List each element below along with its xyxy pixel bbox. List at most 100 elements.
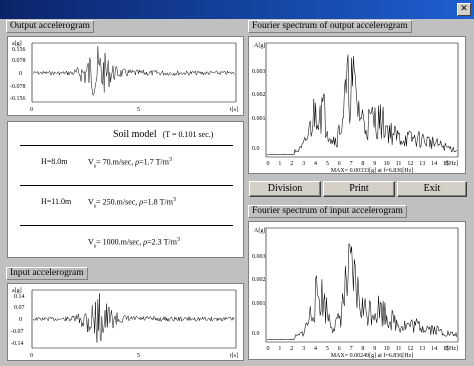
x-tick-label: 14 (431, 161, 437, 167)
layer-1-thickness: H=8.0m (41, 157, 68, 166)
layer-3-vs: = 1000.m/sec, (96, 237, 142, 247)
window-titlebar: ✕ (0, 0, 474, 19)
y-tick-label: 0.078 (12, 58, 26, 64)
x-tick-label: 0 (267, 161, 270, 167)
layer-2-thickness: H=11.0m (41, 197, 72, 206)
y-tick-label: 0.001 (252, 301, 266, 307)
x-tick-label: 5 (326, 161, 329, 167)
input-accelerogram-trace (32, 293, 235, 343)
fourier-output-chart: A[g]0.0030.0020.0010.00 1 2 3 4 5 6 7 8 9 10 11 12 13… (252, 42, 459, 173)
spectrum-max-caption: MAX= 0.00333[g] at f=6.836[Hz] (331, 167, 414, 173)
close-icon: ✕ (460, 4, 468, 14)
x-tick-label: 0 (30, 353, 33, 359)
x-unit-label: f[Hz] (445, 345, 458, 352)
y-tick-label: 0.003 (252, 254, 266, 260)
x-tick-label: 4 (314, 161, 317, 167)
exit-button[interactable]: Exit (397, 181, 467, 197)
print-button[interactable]: Print (323, 181, 395, 197)
fourier-input-plot: A[g] 0.003 0.002 0.001 0.0 0 1 2 3 4 5 6 7 8 9 10 11 12 13… (248, 221, 466, 360)
x-unit-label: t[s] (230, 353, 238, 359)
window-close-button[interactable]: ✕ (457, 3, 471, 16)
spectrum-trace (266, 54, 458, 156)
x-tick-label: 11 (396, 346, 402, 352)
spectrum-trace (266, 243, 458, 341)
x-unit-label: f[Hz] (445, 160, 458, 167)
y-tick-label: 0.002 (252, 277, 266, 283)
y-tick-label: 0.07 (14, 305, 25, 311)
input-accelerogram-chart: a[g] 0.14 0.07 0 -0.07 -0.14 0 5 t[s] (11, 288, 238, 359)
x-tick-label: 0 (30, 107, 33, 113)
layer-2-properties: Vs= 250.m/sec, ρ=1.8 T/m3 (88, 197, 176, 210)
x-tick-label: 3 (302, 346, 305, 352)
x-tick-label: 5 (137, 353, 140, 359)
x-tick-label: 4 (314, 346, 317, 352)
y-tick-label: 0.003 (252, 69, 266, 75)
y-tick-label: -0.156 (10, 96, 26, 102)
y-tick-label: 0.0 (252, 331, 260, 337)
soil-model-period: (T = 0.101 sec.) (162, 130, 214, 139)
x-tick-label: 10 (384, 346, 390, 352)
soil-model-title: Soil model (T = 0.101 sec.) (113, 129, 213, 140)
layer-3-properties: Vs= 1000.m/sec, ρ=2.3 T/m3 (88, 237, 180, 250)
soil-model-heading: Soil model (113, 129, 157, 140)
x-tick-label: 10 (384, 161, 390, 167)
y-unit-label: A[g] (254, 43, 265, 49)
x-tick-label: 1 (278, 161, 281, 167)
x-tick-label: 6 (338, 161, 341, 167)
fourier-input-label: Fourier spectrum of input accelerogram (248, 205, 407, 218)
output-accelerogram-label: Output accelerogram (6, 20, 94, 33)
x-tick-label: 1 (278, 346, 281, 352)
x-tick-label: 3 (302, 161, 305, 167)
fourier-output-label: Fourier spectrum of output accelerogram (248, 20, 412, 33)
fourier-input-chart: A[g]0.0030.0020.0010.00 1 2 3 4 5 6 7 8 9 10 11 12 13… (252, 227, 459, 359)
y-tick-label: 0.0 (252, 146, 260, 152)
x-tick-label: 7 (350, 161, 353, 167)
x-tick-label: 14 (431, 346, 437, 352)
layer-1-vs: = 70.m/sec, (96, 157, 134, 167)
x-tick-label: 13 (419, 346, 425, 352)
x-tick-label: 11 (396, 161, 402, 167)
y-tick-label: -0.078 (10, 84, 26, 90)
output-accelerogram-trace (32, 46, 235, 97)
x-tick-label: 7 (350, 346, 353, 352)
y-tick-label: 0 (19, 71, 22, 77)
layer-2-rho: =1.8 T/m (143, 197, 173, 207)
y-tick-label: 0.156 (12, 47, 26, 53)
input-accelerogram-label: Input accelerogram (6, 267, 88, 280)
soil-model-panel: Soil model (T = 0.101 sec.) H=8.0m Vs= 70… (7, 121, 244, 258)
x-tick-label: 12 (407, 161, 413, 167)
y-tick-label: -0.14 (11, 341, 24, 347)
y-tick-label: 0.14 (14, 294, 25, 300)
y-unit-label: A[g] (254, 228, 265, 234)
layer-divider (20, 225, 233, 226)
x-tick-label: 2 (290, 161, 293, 167)
x-tick-label: 6 (338, 346, 341, 352)
layer-divider (20, 185, 233, 186)
x-unit-label: t[s] (230, 107, 238, 113)
x-tick-label: 12 (407, 346, 413, 352)
y-tick-label: 0.001 (252, 116, 266, 122)
spectrum-max-caption: MAX= 0.00249[g] at f=6.836[Hz] (331, 352, 414, 359)
x-tick-label: 8 (361, 346, 364, 352)
x-tick-label: 9 (373, 161, 376, 167)
input-accelerogram-plot: a[g] 0.14 0.07 0 -0.07 -0.14 0 5 t[s] (7, 283, 244, 361)
x-tick-label: 5 (137, 107, 140, 113)
x-tick-label: 5 (326, 346, 329, 352)
x-tick-label: 8 (361, 161, 364, 167)
y-tick-label: 0.002 (252, 92, 266, 98)
division-button[interactable]: Division (249, 181, 321, 197)
layer-1-rho: =1.7 T/m (139, 157, 169, 167)
y-tick-label: 0 (19, 317, 22, 323)
layer-divider (20, 145, 233, 146)
layer-2-vs: = 250.m/sec, (96, 197, 138, 207)
x-tick-label: 13 (419, 161, 425, 167)
x-tick-label: 0 (267, 346, 270, 352)
x-tick-label: 2 (290, 346, 293, 352)
x-tick-label: 9 (373, 346, 376, 352)
layer-1-properties: Vs= 70.m/sec, ρ=1.7 T/m3 (88, 157, 172, 170)
output-accelerogram-chart: a[g] 0.156 0.078 0 -0.078 -0.156 0 5 t[s… (10, 41, 238, 113)
layer-3-rho: =2.3 T/m (147, 237, 177, 247)
output-accelerogram-plot: a[g] 0.156 0.078 0 -0.078 -0.156 0 5 t[s… (7, 36, 244, 116)
fourier-output-plot: A[g] 0.003 0.002 0.001 0.0 0 1 2 3 4 5 6 7 8 9 10 11 12 13… (248, 36, 466, 174)
y-tick-label: -0.07 (11, 329, 24, 335)
